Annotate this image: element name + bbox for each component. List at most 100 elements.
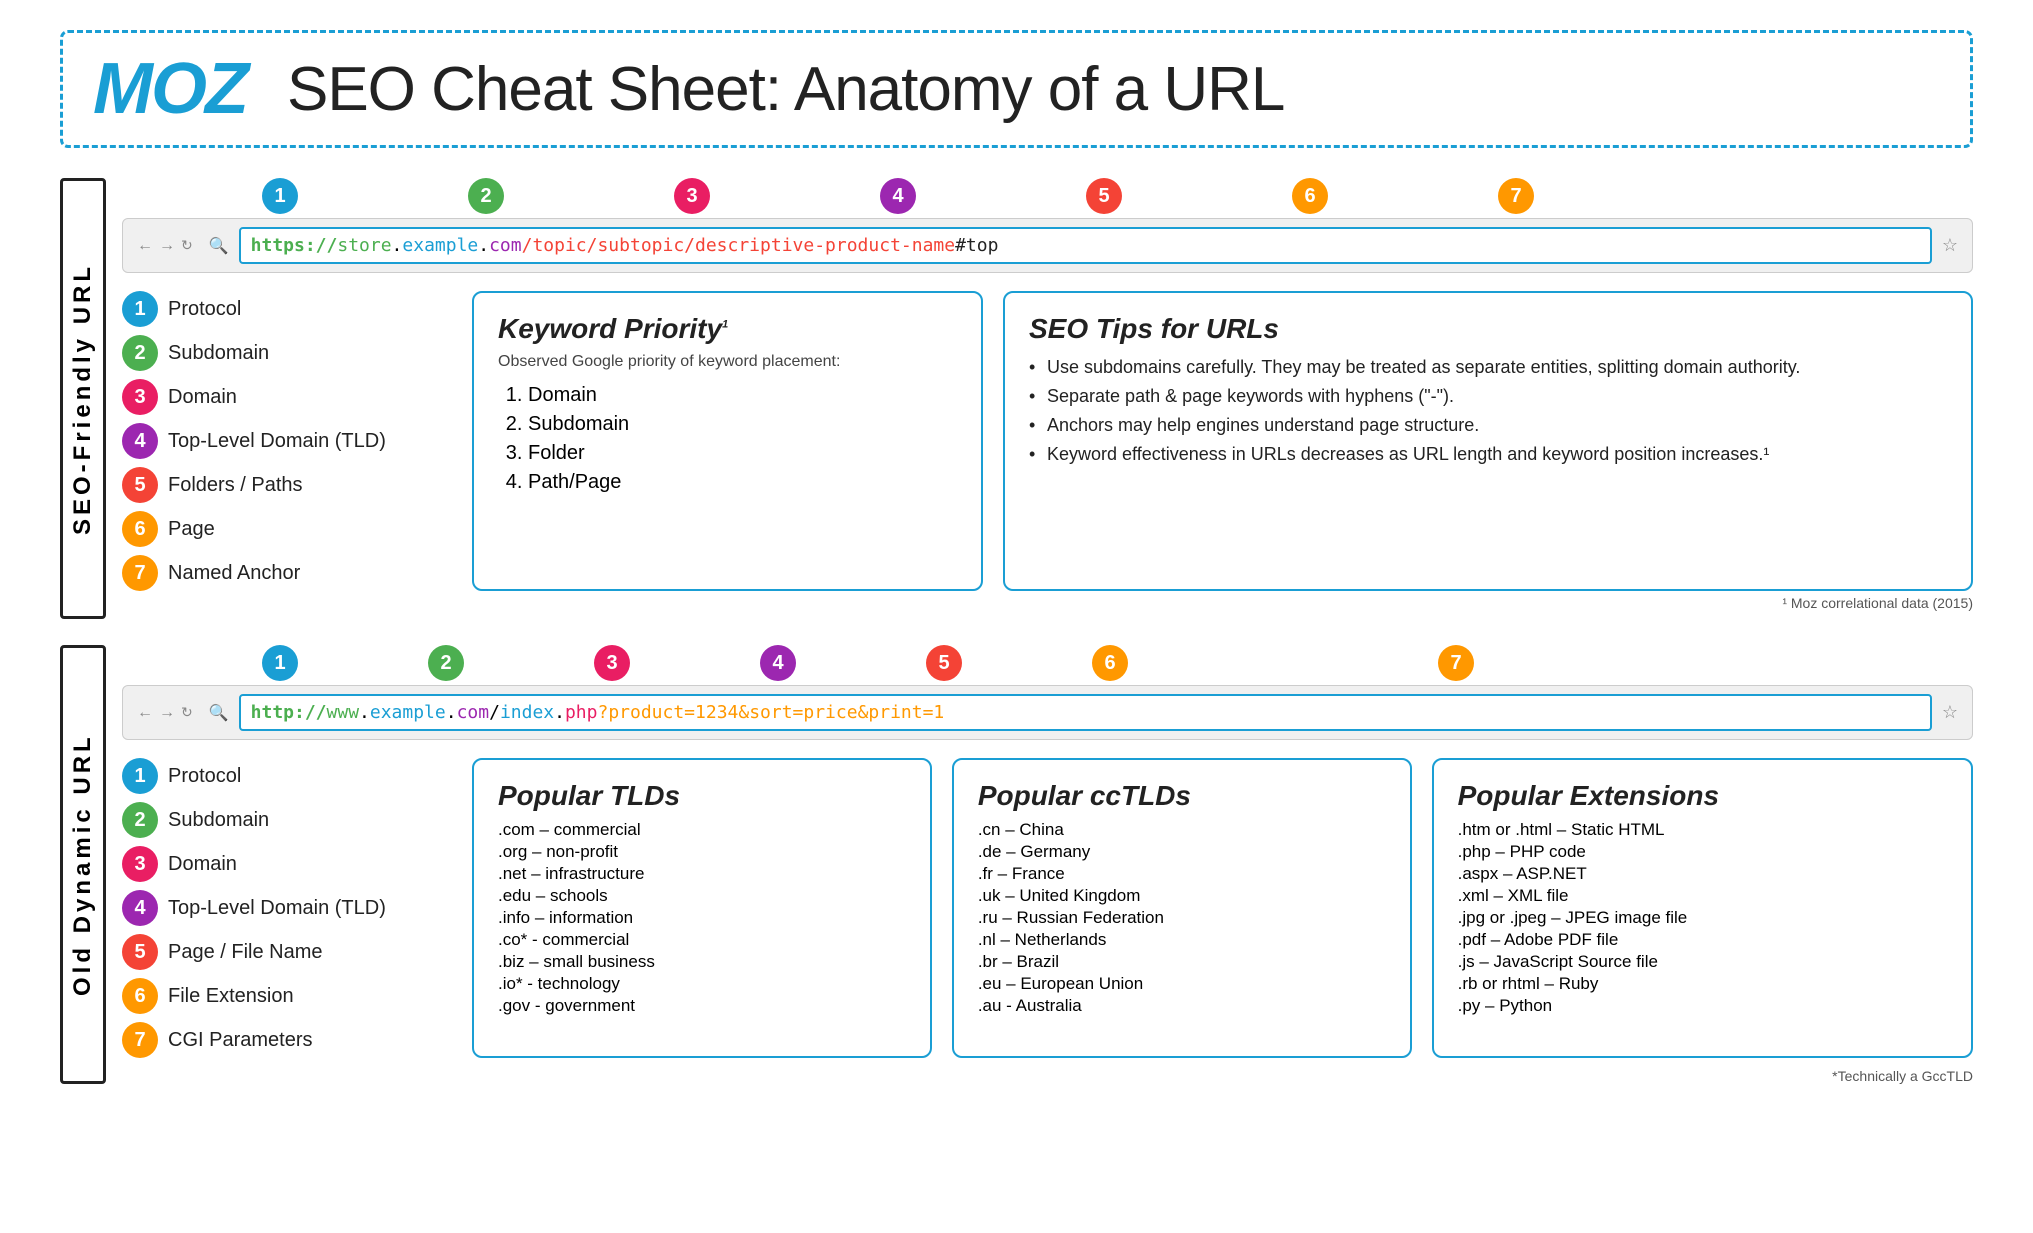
- popular-tlds-title: Popular TLDs: [498, 780, 906, 812]
- moz-logo: MOZ: [93, 53, 247, 125]
- dynamic-bubble-row: 1 2 3 4 5 6 7: [122, 645, 1973, 681]
- dyn-num-5: 5: [122, 934, 158, 970]
- seo-label-2: Subdomain: [168, 342, 269, 365]
- bubble-3: 3: [674, 178, 710, 214]
- forward-arrow-icon[interactable]: →: [159, 237, 175, 255]
- dyn-bubble-5: 5: [926, 645, 962, 681]
- seo-component-6: 6 Page: [122, 511, 422, 547]
- dyn-url-ext: php: [565, 702, 598, 723]
- url-tld: com: [489, 235, 522, 256]
- list-item: Subdomain: [528, 410, 957, 439]
- search-icon: 🔍: [209, 236, 229, 256]
- dyn-num-4: 4: [122, 890, 158, 926]
- list-item: .edu – schools: [498, 886, 906, 906]
- dyn-refresh-icon[interactable]: ↻: [181, 704, 193, 721]
- dyn-label-6: File Extension: [168, 985, 294, 1008]
- dyn-forward-arrow-icon[interactable]: →: [159, 704, 175, 722]
- dyn-label-2: Subdomain: [168, 809, 269, 832]
- bubble-6: 6: [1292, 178, 1328, 214]
- dyn-bookmark-icon[interactable]: ☆: [1942, 702, 1958, 723]
- bookmark-icon[interactable]: ☆: [1942, 235, 1958, 256]
- dynamic-url-bar[interactable]: http://www.example.com/index.php?product…: [239, 694, 1932, 731]
- back-arrow-icon[interactable]: ←: [137, 237, 153, 255]
- seo-num-4: 4: [122, 423, 158, 459]
- list-item: Anchors may help engines understand page…: [1029, 411, 1947, 440]
- popular-cctlds-title: Popular ccTLDs: [978, 780, 1386, 812]
- dyn-url-domain: example: [370, 702, 446, 723]
- dynamic-label: Old Dynamic URL: [60, 645, 106, 1084]
- list-item: .xml – XML file: [1458, 886, 1947, 906]
- list-item: Path/Page: [528, 468, 957, 497]
- seo-body-row: 1 Protocol 2 Subdomain 3 Domain 4 Top-Le…: [122, 291, 1973, 591]
- seo-tips-title: SEO Tips for URLs: [1029, 313, 1947, 345]
- dyn-url-protocol: http://: [251, 702, 327, 723]
- dyn-bubble-6: 6: [1092, 645, 1128, 681]
- dyn-back-arrow-icon[interactable]: ←: [137, 704, 153, 722]
- seo-tips-box: SEO Tips for URLs Use subdomains careful…: [1003, 291, 1973, 591]
- list-item: .gov - government: [498, 996, 906, 1016]
- url-path: /topic/subtopic/descriptive-product-name: [522, 235, 955, 256]
- list-item: .php – PHP code: [1458, 842, 1947, 862]
- bubble-2: 2: [468, 178, 504, 214]
- seo-url-bar[interactable]: https://store.example.com/topic/subtopic…: [239, 227, 1932, 264]
- seo-num-7: 7: [122, 555, 158, 591]
- dyn-url-subdomain: www: [327, 702, 360, 723]
- list-item: Folder: [528, 439, 957, 468]
- popular-cctlds-box: Popular ccTLDs .cn – China .de – Germany…: [952, 758, 1412, 1058]
- dyn-num-6: 6: [122, 978, 158, 1014]
- seo-label-3: Domain: [168, 386, 237, 409]
- seo-browser-bar: ← → ↻ 🔍 https://store.example.com/topic/…: [122, 218, 1973, 273]
- dyn-label-3: Domain: [168, 853, 237, 876]
- keyword-priority-title: Keyword Priority1: [498, 313, 957, 345]
- seo-component-1: 1 Protocol: [122, 291, 422, 327]
- dyn-label-5: Page / File Name: [168, 941, 323, 964]
- keyword-priority-sup: 1: [722, 319, 728, 331]
- dyn-label-4: Top-Level Domain (TLD): [168, 897, 386, 920]
- seo-label-5: Folders / Paths: [168, 474, 303, 497]
- bubble-1: 1: [262, 178, 298, 214]
- dyn-component-3: 3 Domain: [122, 846, 422, 882]
- dyn-component-6: 6 File Extension: [122, 978, 422, 1014]
- page-title: SEO Cheat Sheet: Anatomy of a URL: [287, 54, 1284, 125]
- dyn-search-icon: 🔍: [209, 703, 229, 723]
- dyn-dot1: .: [359, 702, 370, 723]
- dyn-component-5: 5 Page / File Name: [122, 934, 422, 970]
- dyn-bubble-3: 3: [594, 645, 630, 681]
- dyn-dot2: .: [446, 702, 457, 723]
- list-item: .fr – France: [978, 864, 1386, 884]
- list-item: .br – Brazil: [978, 952, 1386, 972]
- list-item: .io* - technology: [498, 974, 906, 994]
- browser-nav: ← → ↻: [137, 237, 193, 255]
- list-item: .cn – China: [978, 820, 1386, 840]
- url-anchor: #top: [955, 235, 998, 256]
- dyn-num-1: 1: [122, 758, 158, 794]
- list-item: .org – non-profit: [498, 842, 906, 862]
- seo-bubble-row: 1 2 3 4 5 6 7: [122, 178, 1973, 214]
- seo-label-4: Top-Level Domain (TLD): [168, 430, 386, 453]
- popular-tlds-box: Popular TLDs .com – commercial .org – no…: [472, 758, 932, 1058]
- list-item: .co* - commercial: [498, 930, 906, 950]
- seo-component-7: 7 Named Anchor: [122, 555, 422, 591]
- refresh-icon[interactable]: ↻: [181, 237, 193, 254]
- popular-extensions-list: .htm or .html – Static HTML .php – PHP c…: [1458, 820, 1947, 1016]
- list-item: .nl – Netherlands: [978, 930, 1386, 950]
- dynamic-body-row: 1 Protocol 2 Subdomain 3 Domain 4 Top-Le…: [122, 758, 1973, 1058]
- url-domain: example: [402, 235, 478, 256]
- dyn-bubble-1: 1: [262, 645, 298, 681]
- seo-num-3: 3: [122, 379, 158, 415]
- list-item: .js – JavaScript Source file: [1458, 952, 1947, 972]
- seo-num-6: 6: [122, 511, 158, 547]
- dyn-browser-nav: ← → ↻: [137, 704, 193, 722]
- keyword-priority-box: Keyword Priority1 Observed Google priori…: [472, 291, 983, 591]
- dynamic-footnote: *Technically a GccTLD: [122, 1068, 1973, 1084]
- dyn-slash: /: [489, 702, 500, 723]
- list-item: .pdf – Adobe PDF file: [1458, 930, 1947, 950]
- list-item: .net – infrastructure: [498, 864, 906, 884]
- dyn-component-7: 7 CGI Parameters: [122, 1022, 422, 1058]
- list-item: .htm or .html – Static HTML: [1458, 820, 1947, 840]
- seo-num-2: 2: [122, 335, 158, 371]
- list-item: .com – commercial: [498, 820, 906, 840]
- list-item: .ru – Russian Federation: [978, 908, 1386, 928]
- seo-label-6: Page: [168, 518, 215, 541]
- dyn-num-7: 7: [122, 1022, 158, 1058]
